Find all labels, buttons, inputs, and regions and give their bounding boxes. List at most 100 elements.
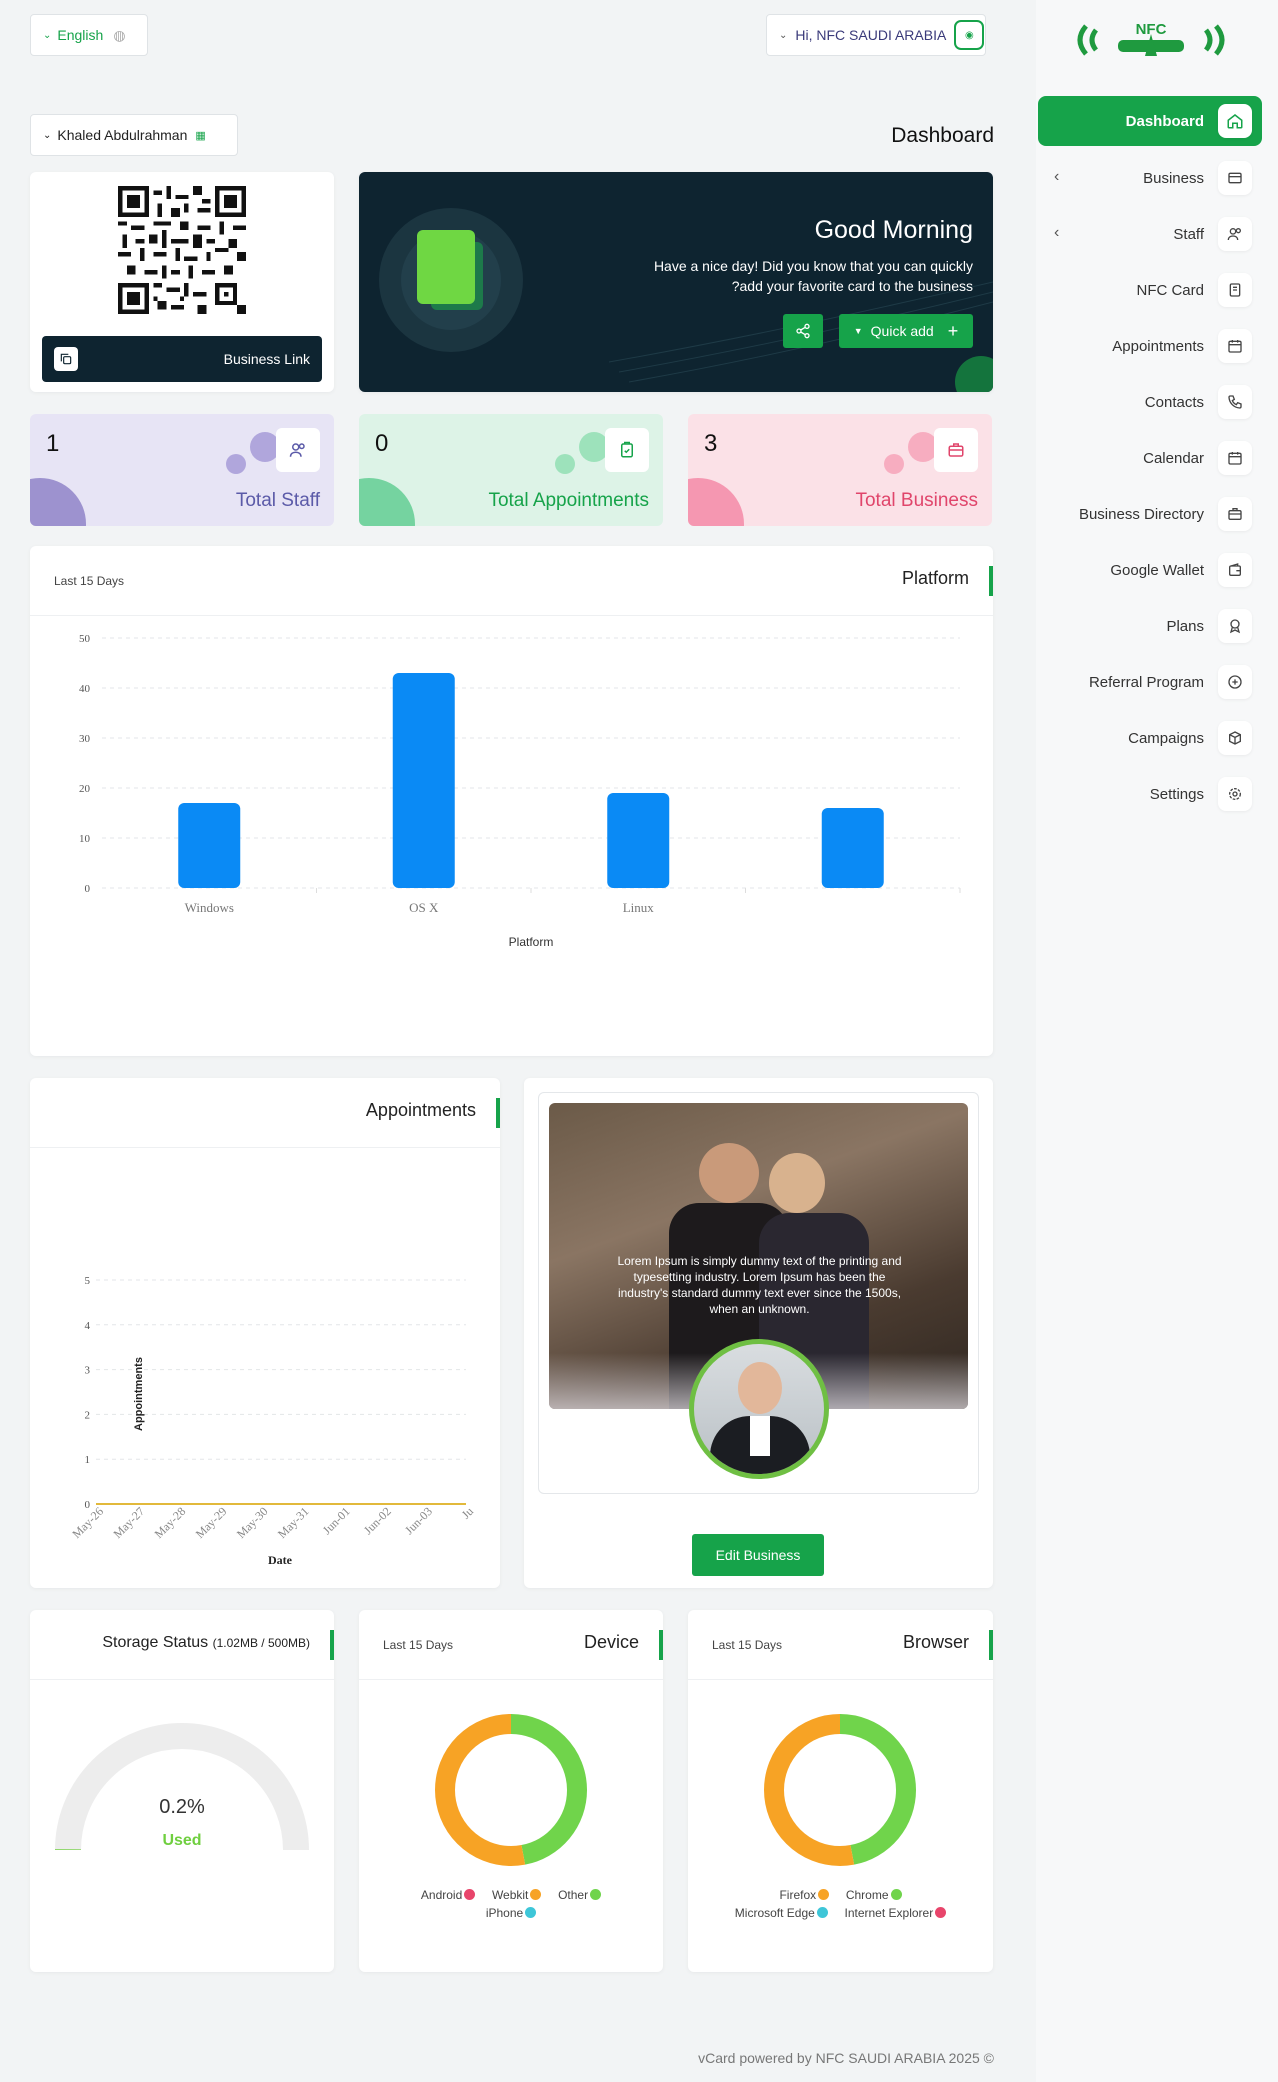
legend-label: Microsoft Edge bbox=[734, 1906, 815, 1920]
x-axis-label: Platform bbox=[509, 935, 554, 949]
y-tick-label: 40 bbox=[79, 683, 91, 695]
sidebar-item-label: Google Wallet bbox=[1110, 561, 1204, 579]
y-tick-label: 3 bbox=[85, 1365, 91, 1377]
bar bbox=[178, 803, 241, 888]
share-button[interactable] bbox=[783, 314, 823, 348]
legend-item[interactable]: Firefox bbox=[779, 1888, 830, 1902]
legend-item[interactable]: Chrome bbox=[846, 1888, 902, 1902]
sidebar-item-calendar[interactable]: Calendar bbox=[1038, 434, 1262, 482]
profile-avatar[interactable] bbox=[689, 1339, 829, 1479]
sidebar-item-business-directory[interactable]: Business Directory bbox=[1038, 490, 1262, 538]
legend-item[interactable]: Microsoft Edge bbox=[735, 1906, 828, 1920]
legend-swatch bbox=[818, 1889, 830, 1900]
card-header: Appointments bbox=[30, 1078, 500, 1148]
sidebar-item-google-wallet[interactable]: Google Wallet bbox=[1038, 546, 1262, 594]
qr-card: Business Link bbox=[30, 172, 334, 392]
x-tick-label: Ju bbox=[459, 1504, 476, 1521]
decor-circle bbox=[884, 454, 904, 474]
briefcase-icon bbox=[934, 428, 978, 472]
x-tick-label: Jun-03 bbox=[402, 1504, 435, 1537]
sidebar-item-dashboard[interactable]: Dashboard bbox=[1038, 96, 1262, 146]
x-axis-label: Date bbox=[268, 1553, 293, 1567]
referral-icon bbox=[1218, 665, 1252, 699]
y-tick-label: 5 bbox=[85, 1275, 91, 1287]
stat-card-business[interactable]: 3 Total Business bbox=[688, 414, 992, 526]
business-link-button[interactable]: Business Link bbox=[42, 336, 322, 382]
sidebar-item-referral-program[interactable]: Referral Program bbox=[1038, 658, 1262, 706]
storage-percent: 0.2% bbox=[159, 1796, 205, 1818]
y-tick-label: 20 bbox=[79, 783, 91, 795]
appointments-chart: 012345May-26 May-27 May-28 May-29 May-30 May-… bbox=[69, 1275, 476, 1567]
greeting-line1: Have a nice day! Did you know that you c… bbox=[653, 258, 973, 274]
legend-item[interactable]: Android bbox=[421, 1888, 476, 1902]
grid-icon: ▦ bbox=[195, 129, 206, 142]
sidebar-item-business[interactable]: ‹ Business bbox=[1038, 154, 1262, 202]
sidebar-item-plans[interactable]: Plans bbox=[1038, 602, 1262, 650]
user-select-value: Khaled Abdulrahman bbox=[57, 127, 188, 143]
sidebar-item-label: Campaigns bbox=[1128, 729, 1204, 747]
stat-label: Total Staff bbox=[235, 490, 320, 511]
sidebar-item-appointments[interactable]: Appointments bbox=[1038, 322, 1262, 370]
greeting-title: Good Morning bbox=[814, 216, 973, 244]
card-title: Platform bbox=[901, 568, 969, 588]
sidebar-item-settings[interactable]: Settings bbox=[1038, 770, 1262, 818]
storage-usage: (1.02MB / 500MB) bbox=[212, 1636, 310, 1650]
quick-add-button[interactable]: ▼ Quick add + bbox=[839, 314, 973, 348]
card-header: Storage Status (1.02MB / 500MB) bbox=[30, 1610, 334, 1680]
x-tick-label: May-31 bbox=[275, 1504, 312, 1541]
legend-label: Internet Explorer bbox=[844, 1906, 934, 1920]
browser-card: Last 15 Days Browser Firefox Chrome Micr… bbox=[688, 1610, 993, 1972]
sidebar-item-contacts[interactable]: Contacts bbox=[1038, 378, 1262, 426]
legend-swatch bbox=[816, 1907, 828, 1918]
nfc-card-icon bbox=[1218, 273, 1252, 307]
users-icon bbox=[276, 428, 320, 472]
gear-icon bbox=[1218, 777, 1252, 811]
sidebar-item-label: Settings bbox=[1149, 785, 1204, 803]
legend-item[interactable]: Other bbox=[558, 1888, 602, 1902]
user-select[interactable]: ⌄ Khaled Abdulrahman ▦ bbox=[30, 114, 238, 156]
clipboard-check-icon bbox=[605, 428, 649, 472]
y-tick-label: 2 bbox=[85, 1409, 91, 1421]
legend-swatch bbox=[590, 1889, 602, 1900]
card-title: Device bbox=[583, 1632, 639, 1652]
business-preview-frame: Lorem Ipsum is simply dummy text of the … bbox=[538, 1092, 979, 1494]
sidebar-item-staff[interactable]: ‹ Staff bbox=[1038, 210, 1262, 258]
decor-circle bbox=[688, 478, 744, 526]
briefcase-icon bbox=[1218, 497, 1252, 531]
stat-card-appointments[interactable]: 0 Total Appointments bbox=[359, 414, 663, 526]
y-tick-label: 30 bbox=[79, 733, 91, 745]
y-tick-label: 0 bbox=[85, 1499, 91, 1511]
user-greeting-menu[interactable]: ⌄ Hi, NFC SAUDI ARABIA ◉ bbox=[766, 14, 986, 56]
sidebar-item-nfc-card[interactable]: NFC Card bbox=[1038, 266, 1262, 314]
y-tick-label: 50 bbox=[79, 633, 91, 645]
card-title: Appointments bbox=[365, 1100, 476, 1120]
business-link-label: Business Link bbox=[223, 351, 310, 367]
legend-item[interactable]: iPhone bbox=[486, 1906, 537, 1920]
legend-item[interactable]: Webkit bbox=[491, 1888, 542, 1902]
language-select[interactable]: ⌄ English ◍ bbox=[30, 14, 148, 56]
plus-icon: + bbox=[947, 320, 959, 341]
bar bbox=[607, 793, 670, 888]
avatar: ◉ bbox=[954, 20, 985, 50]
qr-code[interactable] bbox=[118, 186, 246, 314]
brand-logo[interactable]: NFC bbox=[1068, 14, 1234, 66]
legend-label: Other bbox=[558, 1888, 589, 1902]
edit-business-button[interactable]: Edit Business bbox=[692, 1534, 824, 1576]
sidebar-item-campaigns[interactable]: Campaigns bbox=[1038, 714, 1262, 762]
x-tick-label: May-29 bbox=[193, 1504, 230, 1541]
device-card: Last 15 Days Device Android Webkit Other… bbox=[359, 1610, 663, 1972]
legend-label: Webkit bbox=[491, 1888, 529, 1902]
bar bbox=[392, 673, 455, 888]
card-stack-icon bbox=[379, 208, 523, 352]
browser-donut bbox=[764, 1714, 916, 1866]
legend-swatch bbox=[530, 1889, 542, 1900]
legend-item[interactable]: Internet Explorer bbox=[845, 1906, 947, 1920]
accent-bar bbox=[659, 1630, 663, 1660]
share-icon bbox=[796, 323, 810, 339]
x-tick-label: Jun-01 bbox=[320, 1504, 353, 1537]
decor-circle bbox=[30, 478, 86, 526]
sidebar-item-label: Staff bbox=[1173, 225, 1204, 243]
storage-used-label: Used bbox=[162, 1832, 202, 1849]
stat-card-staff[interactable]: 1 Total Staff bbox=[30, 414, 334, 526]
cover-overlay-text: Lorem Ipsum is simply dummy text of the … bbox=[617, 1254, 902, 1316]
